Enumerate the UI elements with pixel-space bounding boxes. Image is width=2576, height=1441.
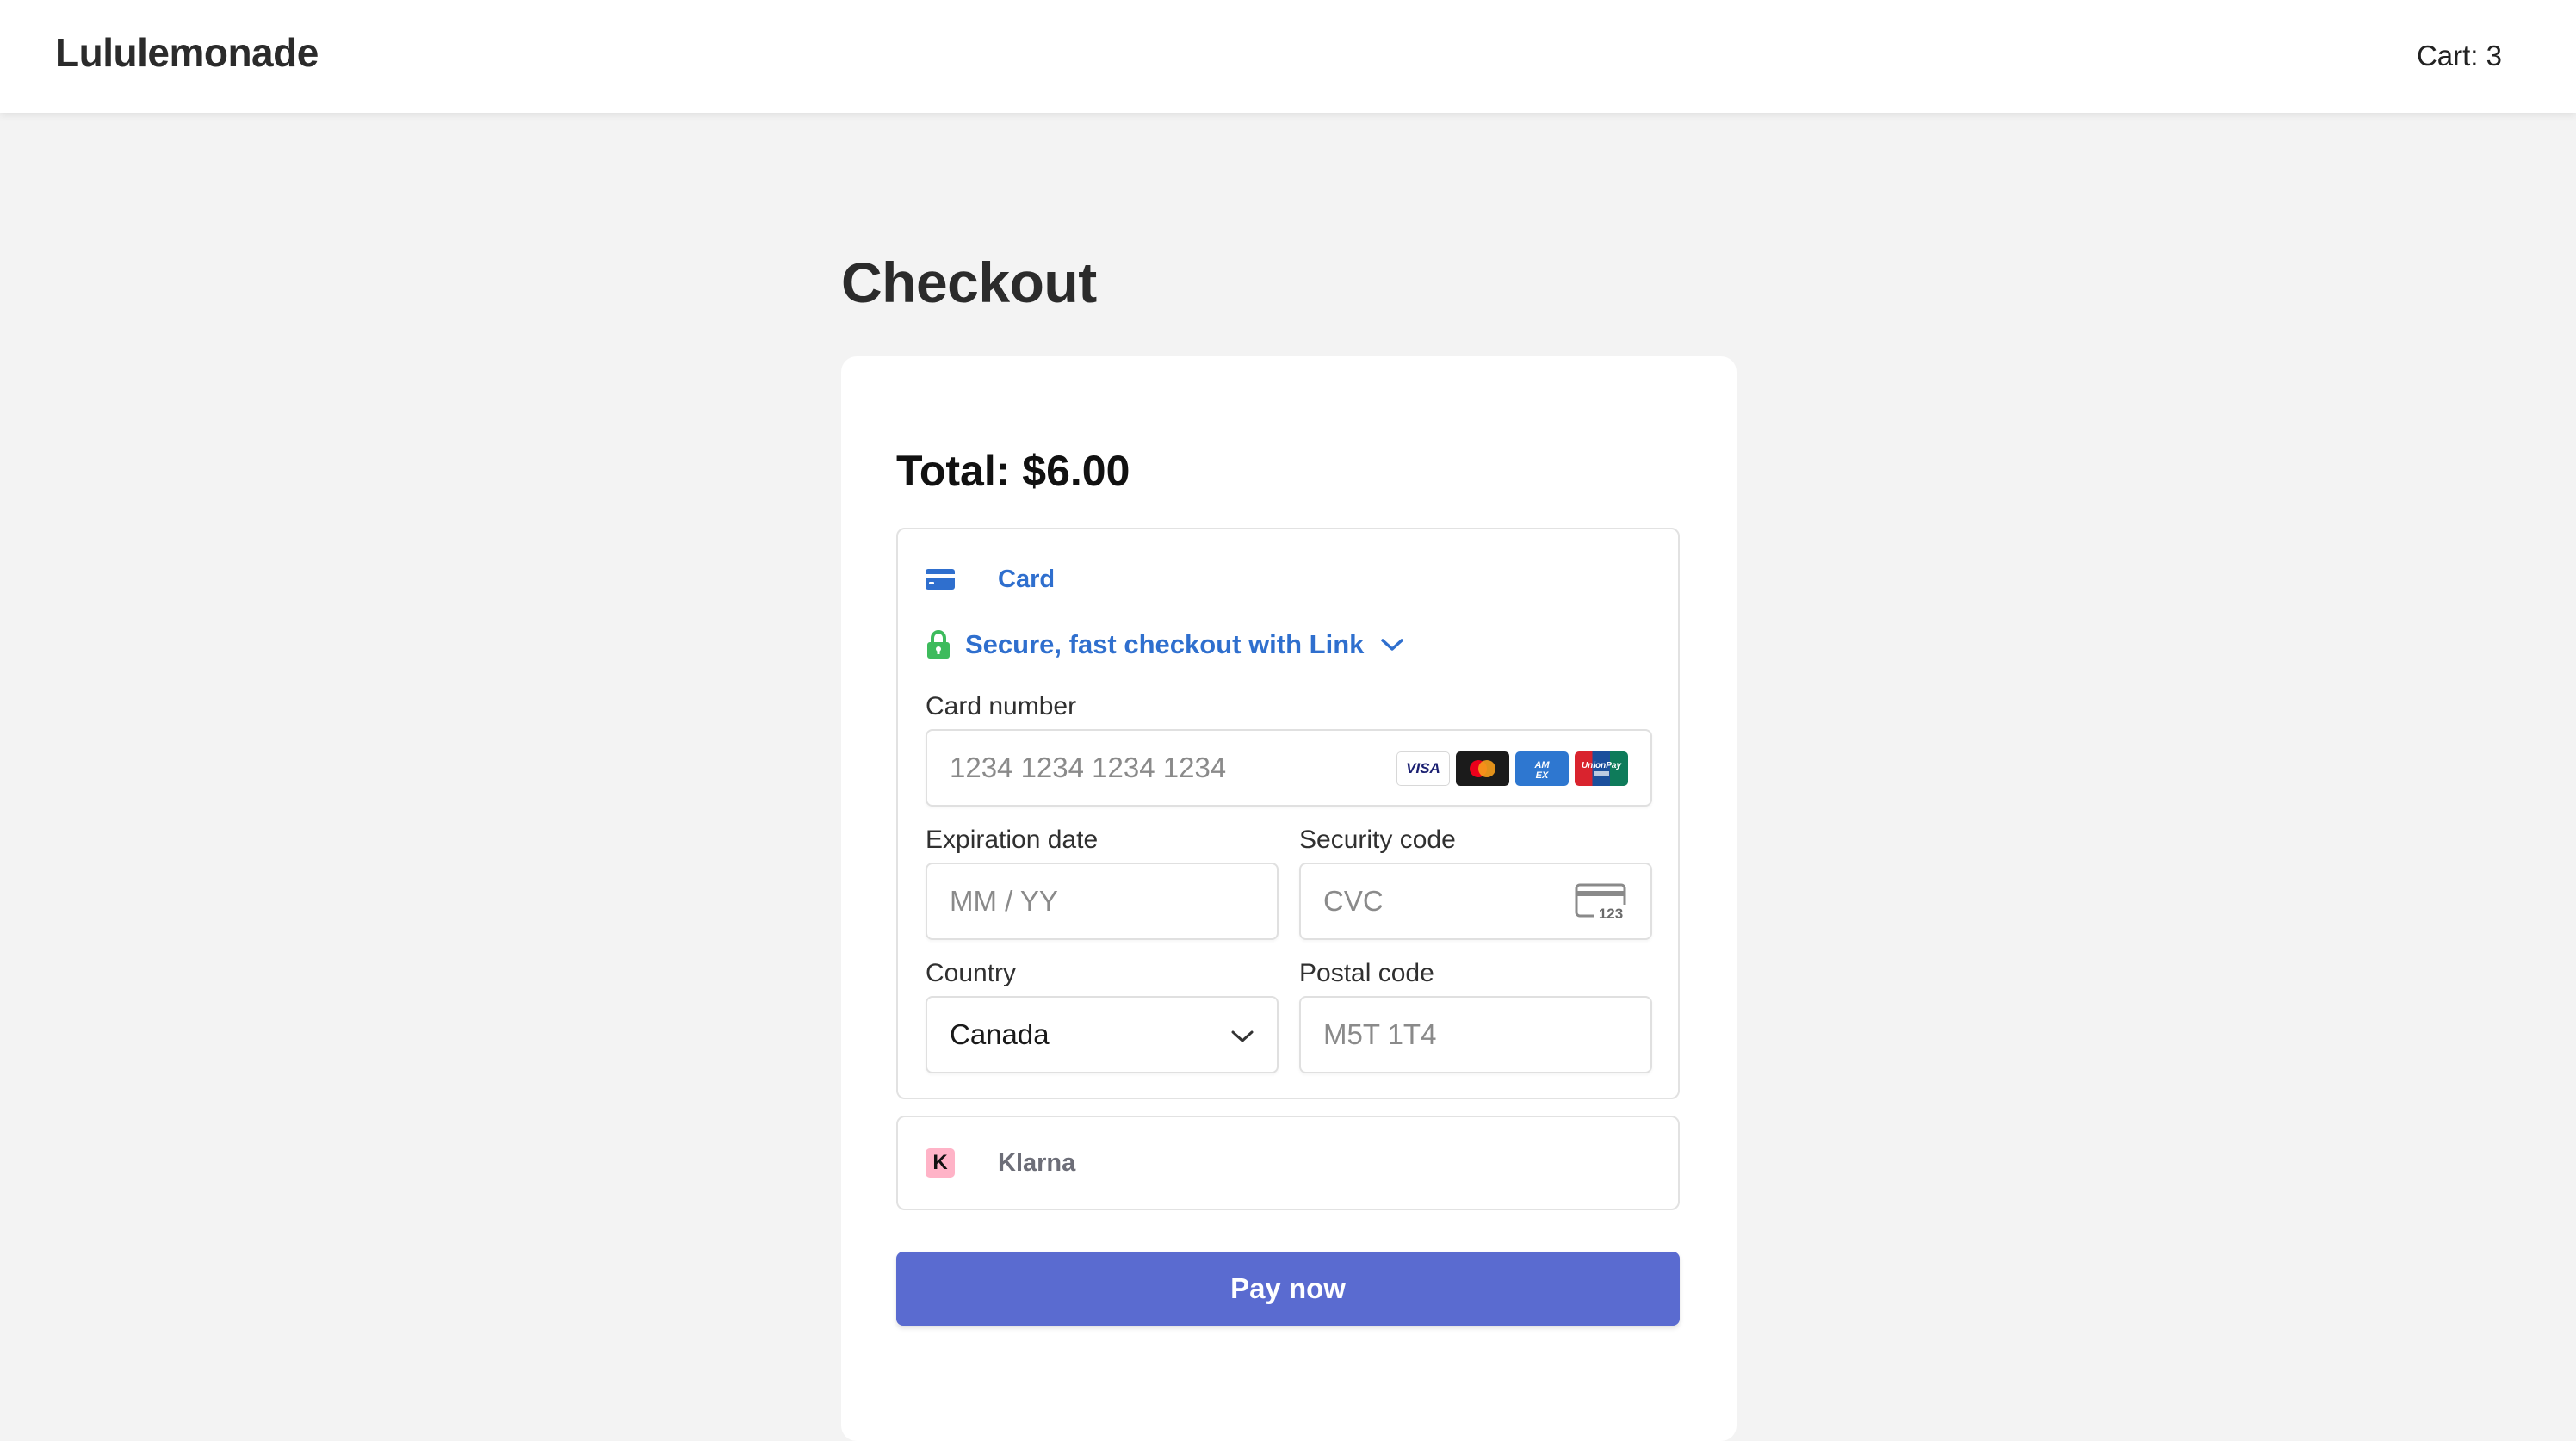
cart-link[interactable]: Cart: 3 — [2417, 40, 2502, 72]
card-tab-label: Card — [998, 565, 1056, 593]
mastercard-icon — [1456, 751, 1509, 786]
klarna-payment-method[interactable]: K Klarna — [896, 1116, 1680, 1210]
security-code-placeholder: CVC — [1323, 885, 1384, 917]
postal-code-label: Postal code — [1299, 959, 1434, 987]
cvc-icon-text: 123 — [1599, 906, 1623, 921]
lock-icon — [927, 630, 950, 659]
card-brand-logos: VISA AM EX UnionPay — [1390, 751, 1628, 786]
card-payment-tab[interactable]: Card — [926, 560, 1055, 598]
svg-text:AM: AM — [1533, 760, 1550, 770]
svg-text:UnionPay: UnionPay — [1582, 761, 1622, 770]
security-code-input[interactable]: CVC 123 — [1299, 863, 1652, 940]
pay-now-button[interactable]: Pay now — [896, 1252, 1680, 1326]
country-value: Canada — [950, 1018, 1050, 1050]
cvc-card-icon: 123 — [1575, 883, 1628, 921]
country-select[interactable]: Canada — [926, 996, 1279, 1073]
checkout-panel: Total: $6.00 Card Secure, fast checkout … — [841, 356, 1737, 1441]
unionpay-icon: UnionPay — [1575, 751, 1628, 786]
chevron-down-icon — [1381, 639, 1404, 651]
postal-code-input[interactable]: M5T 1T4 — [1299, 996, 1652, 1073]
link-checkout-text: Secure, fast checkout with Link — [965, 629, 1365, 659]
visa-icon: VISA — [1396, 751, 1450, 786]
brand-logo-text[interactable]: Lululemonade — [55, 29, 319, 76]
order-total: Total: $6.00 — [896, 447, 1130, 495]
postal-code-placeholder: M5T 1T4 — [1323, 1018, 1437, 1050]
expiration-date-label: Expiration date — [926, 826, 1099, 854]
expiration-date-placeholder: MM / YY — [950, 885, 1058, 917]
card-number-placeholder: 1234 1234 1234 1234 — [950, 751, 1227, 783]
svg-text:EX: EX — [1536, 770, 1549, 781]
top-navigation-bar: Lululemonade Cart: 3 — [0, 0, 2576, 113]
amex-icon: AM EX — [1515, 751, 1569, 786]
credit-card-icon — [926, 569, 955, 590]
chevron-down-icon — [1231, 1030, 1254, 1042]
security-code-label: Security code — [1299, 826, 1456, 854]
card-number-input[interactable]: 1234 1234 1234 1234 VISA AM EX UnionPay — [926, 729, 1652, 807]
country-label: Country — [926, 959, 1017, 987]
card-number-label: Card number — [926, 692, 1077, 720]
klarna-icon: K — [926, 1148, 955, 1178]
link-checkout-toggle[interactable]: Secure, fast checkout with Link — [926, 629, 1405, 660]
page-title: Checkout — [841, 250, 1097, 314]
card-payment-method: Card Secure, fast checkout with Link Car… — [896, 528, 1680, 1099]
klarna-label: Klarna — [998, 1148, 1076, 1177]
expiration-date-input[interactable]: MM / YY — [926, 863, 1279, 940]
